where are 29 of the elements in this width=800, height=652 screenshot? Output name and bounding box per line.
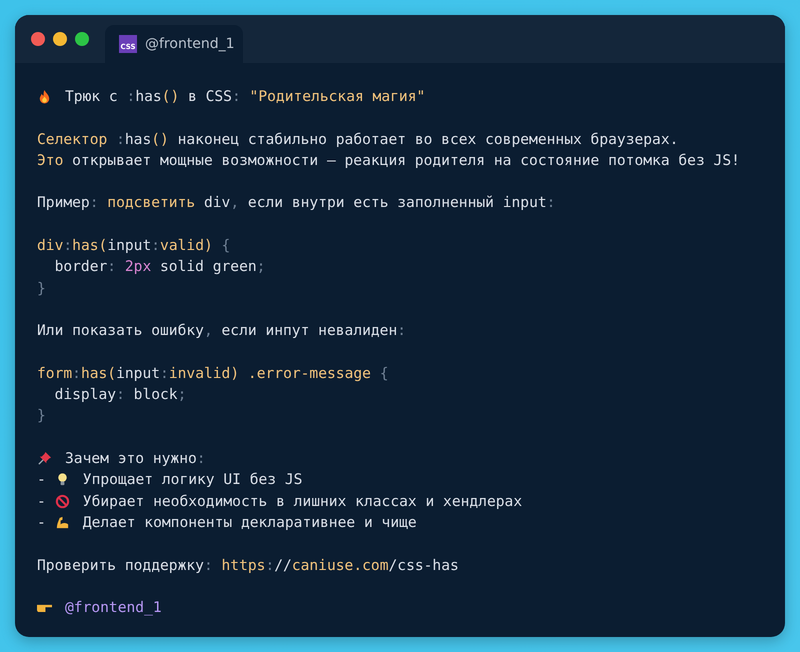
prohibited-icon — [54, 494, 70, 509]
fire-icon — [37, 89, 52, 104]
list-marker: - — [37, 470, 46, 490]
text-line: Это открывает мощные возможности — реакция родителя на состояние потомка без JS! — [37, 150, 740, 171]
author-handle: @frontend_1 — [65, 598, 162, 618]
minimize-button[interactable] — [53, 32, 67, 46]
close-button[interactable] — [31, 32, 45, 46]
list-item-text: Упрощает логику UI без JS — [82, 470, 302, 490]
list-item-text: Убирает необходимость в лишних классах и хендлерах — [82, 492, 522, 512]
flexed-arm-icon — [54, 515, 70, 530]
list-marker: - — [37, 512, 46, 533]
code-line: } — [37, 406, 46, 426]
list-item-text: Делает компоненты декларативнее и чище — [82, 512, 417, 533]
code-line: border: 2px solid green; — [54, 257, 266, 278]
code-line: } — [37, 278, 46, 299]
text-line: Пример: подсветить div, если внутри есть заполненный input: — [37, 193, 556, 214]
pointing-hand-icon — [37, 603, 52, 612]
text-line: Проверить поддержку: https://caniuse.com/css-has — [37, 556, 459, 576]
code-line: form:has(input:invalid) .error-message { — [37, 364, 389, 384]
pushpin-icon — [37, 451, 52, 466]
post-title: Трюк с :has() в CSS: "Родительская магия" — [65, 87, 426, 107]
maximize-button[interactable] — [75, 32, 89, 46]
link[interactable]: https://caniuse.com/css-has — [222, 556, 459, 574]
text-line: Или показать ошибку, если инпут невалиден: — [37, 321, 406, 342]
code-line: div:has(input:valid) { — [37, 236, 230, 256]
text-line: Селектор :has() наконец стабильно работает во всех современных браузерах. — [37, 130, 678, 150]
code-line: display: block; — [54, 385, 186, 406]
list-marker: - — [37, 492, 46, 512]
text-line: Зачем это нужно: — [65, 449, 206, 470]
